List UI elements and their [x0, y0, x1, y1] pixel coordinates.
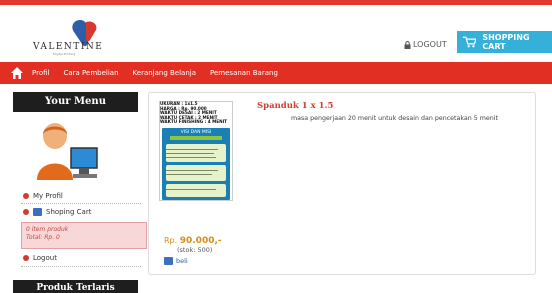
cart-total: Total: Rp. 0	[26, 234, 60, 241]
price-value: 90.000,-	[179, 236, 222, 246]
shopping-cart-icon	[463, 36, 477, 48]
divider	[21, 203, 141, 204]
sidebar-item-my-profil[interactable]: My Profil	[23, 192, 63, 200]
lock-icon	[404, 40, 411, 49]
user-avatar-icon	[37, 123, 98, 180]
poster-line	[166, 189, 216, 190]
logo-text: VALENTINE	[33, 42, 104, 52]
logout-label: LOGOUT	[413, 40, 447, 49]
poster-title: VISI DAN MISI	[180, 130, 212, 135]
poster-block	[166, 184, 226, 197]
sidebar-item-label: Shoping Cart	[46, 208, 92, 216]
cart-small-icon	[164, 257, 173, 265]
bullet-icon	[23, 209, 29, 215]
poster-line	[166, 170, 218, 171]
sidebar-item-shoping-cart[interactable]: Shoping Cart	[23, 208, 91, 216]
product-title[interactable]: Spanduk 1 x 1.5	[257, 101, 333, 111]
logout-link[interactable]: LOGOUT	[404, 40, 447, 49]
poster-line	[166, 174, 212, 175]
logo-subtitle: Digital Printing	[53, 52, 76, 56]
site-header: VALENTINE Digital Printing LOGOUT SHOPPI…	[0, 5, 552, 60]
buy-label: beli	[176, 257, 188, 265]
sidebar-title: Your Menu	[13, 92, 138, 112]
cart-item-count: 0 item produk	[26, 226, 69, 233]
poster-block	[166, 165, 226, 181]
cart-summary-box: 0 item produk Total: Rp. 0	[21, 222, 147, 249]
product-image[interactable]: UKURAN : 1x1.5 HARGA : Rp. 90.000 WAKTU …	[159, 101, 233, 201]
product-stock: (stok: 500)	[177, 246, 213, 254]
poster-line	[166, 157, 216, 158]
main-navbar: Profil Cara Pembelian Keranjang Belanja …	[0, 62, 552, 84]
home-icon[interactable]	[10, 66, 24, 80]
nav-item-pemesanan-barang[interactable]: Pemesanan Barang	[210, 69, 278, 77]
sidebar: Your Menu	[13, 92, 138, 112]
bullet-icon	[23, 193, 29, 199]
poster-line	[166, 149, 218, 150]
shopping-cart-button[interactable]: SHOPPING CART	[457, 31, 552, 53]
banner-poster-image: VISI DAN MISI	[162, 128, 230, 200]
sidebar-item-label: Logout	[33, 254, 57, 262]
nav-item-cara-pembelian[interactable]: Cara Pembelian	[63, 69, 118, 77]
valentine-logo-icon[interactable]	[30, 18, 130, 58]
nav-item-keranjang-belanja[interactable]: Keranjang Belanja	[133, 69, 197, 77]
sidebar-item-logout[interactable]: Logout	[23, 254, 57, 262]
bullet-icon	[23, 255, 29, 261]
product-card: UKURAN : 1x1.5 HARGA : Rp. 90.000 WAKTU …	[148, 92, 536, 275]
shopping-cart-label: SHOPPING CART	[482, 33, 530, 51]
product-description: masa pengerjaan 20 menit untuk desain da…	[291, 115, 498, 122]
poster-strip	[170, 136, 222, 140]
buy-button[interactable]: beli	[164, 257, 188, 265]
sidebar-title-produk-terlaris: Produk Terlaris	[13, 280, 138, 293]
sidebar-item-label: My Profil	[33, 192, 63, 200]
price-prefix: Rp.	[164, 236, 180, 245]
image-spec-text: UKURAN : 1x1.5 HARGA : Rp. 90.000 WAKTU …	[160, 101, 228, 125]
divider	[21, 266, 141, 267]
poster-line	[166, 153, 214, 154]
nav-item-profil[interactable]: Profil	[32, 69, 49, 77]
product-price: Rp. 90.000,-	[164, 236, 222, 246]
cart-small-icon	[33, 208, 42, 216]
